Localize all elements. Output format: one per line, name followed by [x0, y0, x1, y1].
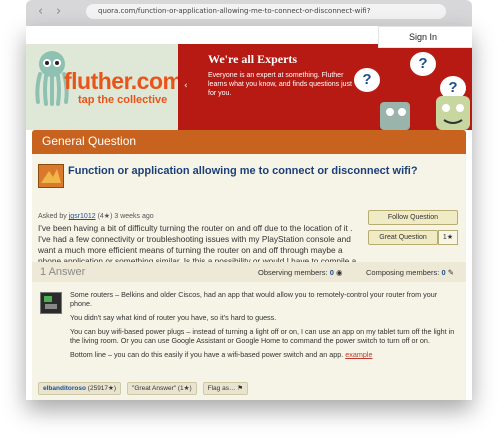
avatar[interactable]: [40, 292, 62, 314]
star-icon: ★: [446, 234, 454, 241]
great-question-button[interactable]: Great Question: [368, 230, 438, 245]
example-link[interactable]: example: [345, 350, 372, 359]
banner-prev-arrow-icon[interactable]: ‹: [184, 81, 188, 91]
great-question-count: 1★: [438, 230, 458, 245]
composing-members: Composing members: 0 ✎: [366, 268, 454, 277]
question-title: Function or application allowing me to c…: [68, 165, 418, 177]
great-answer-button[interactable]: "Great Answer" (1★): [127, 382, 197, 395]
answers-header: 1 Answer Observing members: 0 ◉ Composin…: [32, 262, 466, 282]
great-answer-suffix: ): [189, 385, 192, 392]
great-answer-label: "Great Answer" (1: [132, 385, 184, 392]
answer-author[interactable]: elbanditoroso: [43, 385, 86, 392]
banner-title: We're all Experts: [208, 52, 298, 66]
flag-label: Flag as…: [207, 385, 236, 392]
eye-icon: ◉: [335, 268, 343, 277]
composing-count: 0: [441, 268, 446, 277]
section-bar: General Question: [32, 130, 466, 154]
answer-footer: elbanditoroso (25917★) "Great Answer" (1…: [38, 382, 249, 395]
author-score: (25917: [87, 385, 109, 392]
author-score-suffix: ): [113, 385, 117, 392]
answer-paragraph: You didn't say what kind of router you h…: [70, 313, 277, 322]
answer-body: Some routers – Belkins and older Ciscos,…: [70, 290, 460, 364]
asked-by-line: Asked by jgsr1012 (4★) 3 weeks ago: [38, 212, 154, 220]
address-bar[interactable]: quora.com/function-or-application-allowi…: [86, 4, 446, 19]
signin-button[interactable]: Sign In: [378, 26, 472, 48]
mascot-characters-icon: [380, 96, 470, 130]
promo-banner[interactable]: ‹ We're all Experts Everyone is an exper…: [178, 44, 472, 130]
answer-paragraph: Bottom line – you can do this easily if …: [70, 350, 460, 359]
follow-question-button[interactable]: Follow Question: [368, 210, 458, 225]
asker-link[interactable]: jgsr1012: [69, 213, 96, 220]
site-tagline: tap the collective: [78, 94, 168, 106]
flag-as-button[interactable]: Flag as… ⚑: [202, 382, 249, 395]
composing-label: Composing members:: [366, 268, 440, 277]
asker-score-suffix: ): [110, 213, 113, 220]
answer-text: Bottom line – you can do this easily if …: [70, 350, 344, 359]
page-window: fluther.com tap the collective ‹ We're a…: [26, 26, 472, 400]
main-content: General Question Function or application…: [32, 130, 466, 400]
answer-author-chip[interactable]: elbanditoroso (25917★): [38, 382, 122, 395]
flag-icon: ⚑: [237, 385, 244, 392]
answer-paragraph: Some routers – Belkins and older Ciscos,…: [70, 290, 438, 308]
banner-text: Everyone is an expert at something. Flut…: [208, 72, 352, 97]
browser-toolbar: ‹ › quora.com/function-or-application-al…: [26, 0, 472, 26]
asked-prefix: Asked by: [38, 213, 67, 220]
question-bubble-icon: ?: [354, 68, 380, 92]
forward-arrow-icon[interactable]: ›: [56, 5, 61, 19]
asked-time: 3 weeks ago: [114, 213, 154, 220]
answer-paragraph: You can buy wifi-based power plugs – ins…: [70, 327, 455, 345]
observing-members: Observing members: 0 ◉: [258, 268, 343, 277]
section-title: General Question: [42, 134, 137, 148]
question-category-icon: [38, 164, 64, 188]
pencil-icon: ✎: [447, 268, 455, 277]
answers-count-title: 1 Answer: [40, 266, 86, 278]
observing-count: 0: [329, 268, 334, 277]
observing-label: Observing members:: [258, 268, 328, 277]
logo-area[interactable]: fluther.com tap the collective: [26, 44, 183, 130]
back-arrow-icon[interactable]: ‹: [38, 5, 43, 19]
site-header: fluther.com tap the collective ‹ We're a…: [26, 26, 472, 130]
question-bubble-icon: ?: [410, 52, 436, 76]
site-logo: fluther.com: [64, 68, 183, 94]
